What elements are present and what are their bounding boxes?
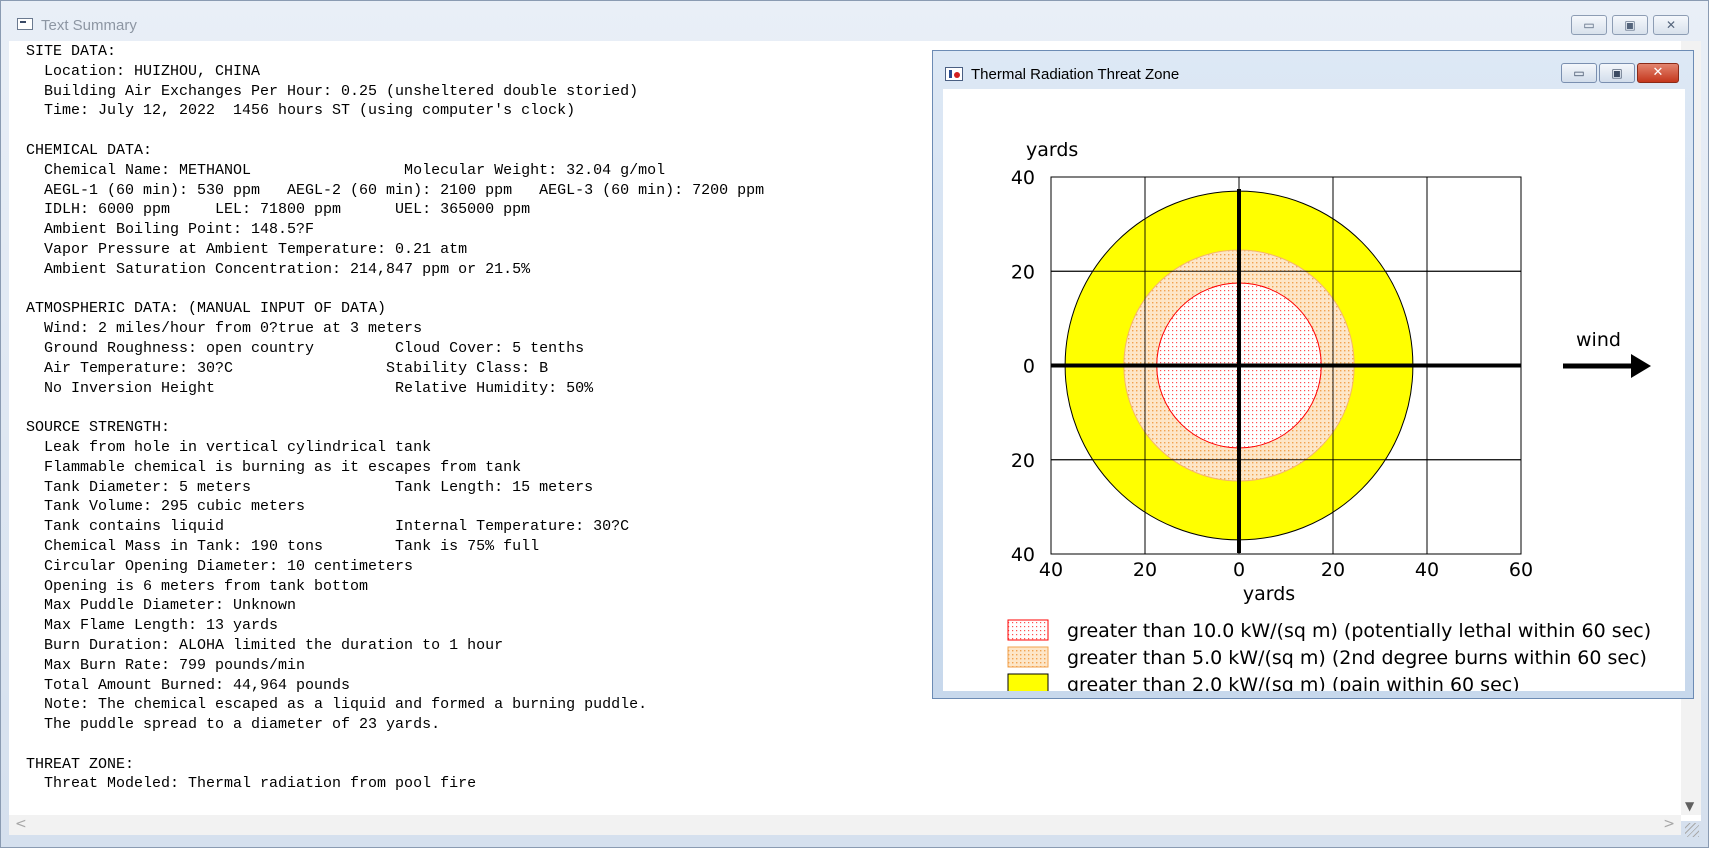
wind-arrow-icon bbox=[1631, 354, 1651, 378]
x-tick-label: 20 bbox=[1321, 559, 1345, 581]
main-maximize-button[interactable]: ▣ bbox=[1612, 15, 1648, 35]
resize-grip[interactable] bbox=[1685, 823, 1699, 837]
y-tick-label: 0 bbox=[1023, 356, 1035, 378]
legend-label: greater than 5.0 kW/(sq m) (2nd degree b… bbox=[1067, 647, 1647, 669]
threat-close-button[interactable]: ✕ bbox=[1637, 63, 1679, 83]
legend-swatch-orange bbox=[1007, 646, 1049, 668]
x-tick-label: 60 bbox=[1509, 559, 1533, 581]
legend-swatch-red bbox=[1007, 619, 1049, 641]
app-window-icon[interactable] bbox=[17, 18, 33, 30]
threat-zone-window-title: Thermal Radiation Threat Zone bbox=[971, 66, 1180, 83]
x-tick-label: 20 bbox=[1133, 559, 1157, 581]
threat-zone-chart: 40 20 0 20 40 60 40 20 0 20 40 yards yards wind greate… bbox=[1007, 139, 1651, 691]
scroll-right-arrow-icon[interactable]: > bbox=[1663, 816, 1675, 832]
legend-swatch-yellow bbox=[1007, 673, 1049, 691]
x-tick-label: 40 bbox=[1415, 559, 1439, 581]
x-tick-label: 40 bbox=[1039, 559, 1063, 581]
wind-label: wind bbox=[1576, 329, 1621, 351]
x-tick-label: 0 bbox=[1233, 559, 1245, 581]
threat-zone-window-icon[interactable] bbox=[945, 67, 963, 81]
x-axis-label: yards bbox=[1243, 583, 1295, 605]
main-window-title: Text Summary bbox=[41, 17, 137, 34]
threat-zone-plot-area: 40 20 0 20 40 60 40 20 0 20 40 yards yards wind greate… bbox=[943, 89, 1685, 691]
horizontal-scrollbar[interactable]: < > bbox=[9, 815, 1681, 835]
legend-label: greater than 2.0 kW/(sq m) (pain within … bbox=[1067, 674, 1520, 691]
y-tick-label: 40 bbox=[1011, 167, 1035, 189]
main-title-bar[interactable]: Text Summary ▭ ▣ ✕ bbox=[1, 1, 1708, 41]
y-tick-label: 20 bbox=[1011, 261, 1035, 283]
main-minimize-button[interactable]: ▭ bbox=[1571, 15, 1607, 35]
y-tick-label: 40 bbox=[1011, 544, 1035, 566]
threat-minimize-button[interactable]: ▭ bbox=[1561, 63, 1597, 83]
y-axis-label: yards bbox=[1026, 139, 1078, 161]
main-close-button[interactable]: ✕ bbox=[1653, 15, 1689, 35]
scroll-left-arrow-icon[interactable]: < bbox=[15, 816, 27, 832]
scroll-down-arrow-icon[interactable]: ▼ bbox=[1685, 799, 1694, 813]
threat-zone-window: Thermal Radiation Threat Zone ▭ ▣ ✕ 40 20… bbox=[932, 50, 1694, 699]
threat-maximize-button[interactable]: ▣ bbox=[1599, 63, 1635, 83]
legend-label: greater than 10.0 kW/(sq m) (potentially… bbox=[1067, 620, 1651, 642]
threat-zone-title-bar[interactable]: Thermal Radiation Threat Zone ▭ ▣ ✕ bbox=[933, 51, 1693, 89]
summary-text: SITE DATA: Location: HUIZHOU, CHINA Buil… bbox=[26, 43, 765, 793]
y-tick-label: 20 bbox=[1011, 450, 1035, 472]
